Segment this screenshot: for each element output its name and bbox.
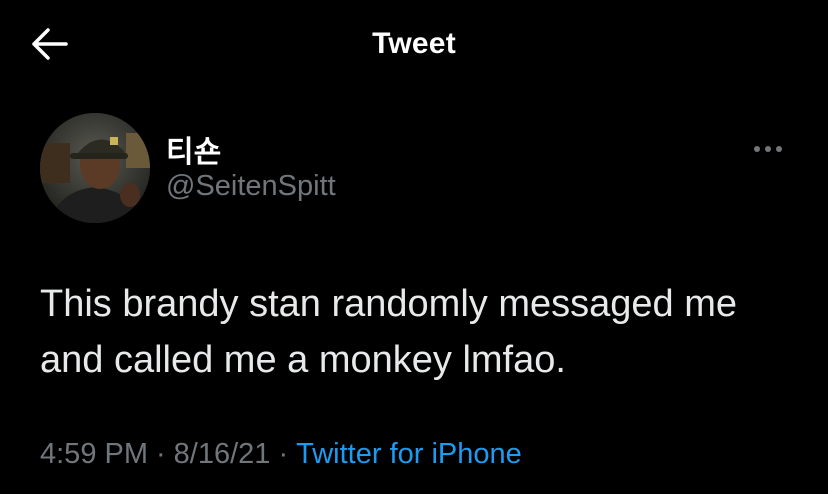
page-title: Tweet bbox=[372, 27, 456, 60]
tweet-time[interactable]: 4:59 PM bbox=[40, 438, 148, 470]
tweet-text: This brandy stan randomly messaged me an… bbox=[40, 283, 737, 381]
separator: · bbox=[156, 438, 166, 470]
display-name[interactable]: 티숀 bbox=[166, 127, 221, 171]
more-options-icon bbox=[776, 146, 782, 152]
more-options-button[interactable] bbox=[752, 140, 786, 158]
avatar[interactable] bbox=[40, 113, 150, 223]
tweet-metadata: 4:59 PM · 8/16/21 · Twitter for iPhone bbox=[40, 438, 522, 471]
separator: · bbox=[278, 438, 289, 470]
more-options-icon bbox=[765, 146, 771, 152]
tweet-date[interactable]: 8/16/21 bbox=[174, 438, 271, 470]
profile-photo bbox=[40, 113, 150, 223]
tweet-source-link[interactable]: Twitter for iPhone bbox=[296, 438, 522, 470]
more-options-icon bbox=[754, 146, 760, 152]
top-bar: Tweet bbox=[0, 0, 828, 90]
username-handle[interactable]: @SeitenSpitt bbox=[166, 170, 336, 203]
